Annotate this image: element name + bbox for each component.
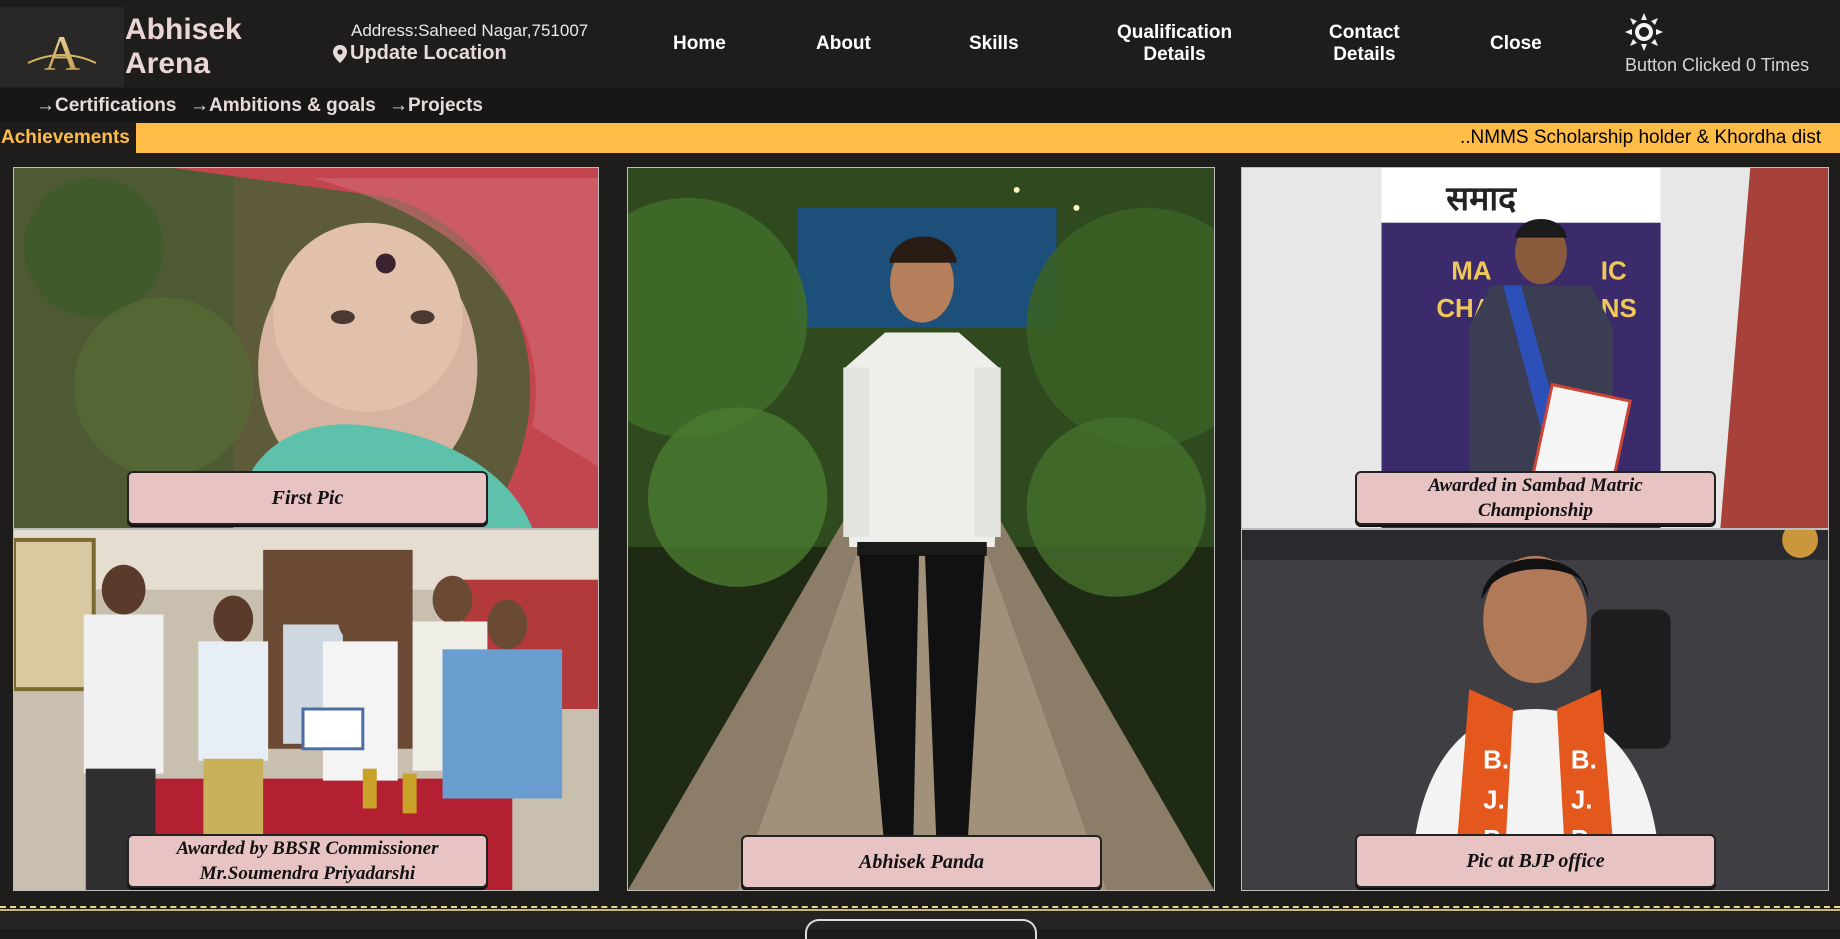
footer-tab[interactable] <box>805 919 1037 939</box>
nav-contact-line-1: Contact <box>1329 22 1400 43</box>
logo-icon: A <box>27 25 97 81</box>
photo-panel-commissioner-award: Awarded by BBSR Commissioner Mr.Soumendr… <box>13 529 599 891</box>
caption-commissioner-line-1: Awarded by BBSR Commissioner <box>176 838 439 859</box>
ticker-label: Achievements <box>0 123 136 153</box>
caption-bjp-office: Pic at BJP office <box>1355 834 1716 888</box>
click-counter-text: Button Clicked 0 Times <box>1625 55 1810 75</box>
caption-sambad-line-1: Awarded in Sambad Matric <box>1428 475 1643 496</box>
brand-line-1: Abhisek <box>125 13 242 46</box>
nav-close[interactable]: Close <box>1490 33 1542 55</box>
caption-first-pic: First Pic <box>127 471 488 525</box>
subnav-projects[interactable]: →Projects <box>389 95 483 117</box>
photo-panel-first-pic: First Pic <box>13 167 599 529</box>
svg-text:J.: J. <box>1483 786 1505 814</box>
svg-text:J.: J. <box>1571 786 1593 814</box>
brand-line-2: Arena <box>125 47 211 80</box>
location-pin-icon <box>333 44 347 63</box>
nav-contact-line-2: Details <box>1333 44 1396 65</box>
ticker-text: ..NMMS Scholarship holder & Khordha dist <box>1460 127 1822 148</box>
subnav-certifications[interactable]: →Certifications <box>36 95 176 117</box>
nav-qualification-line-1: Qualification <box>1117 22 1233 43</box>
update-location-label: Update Location <box>350 42 507 64</box>
photo-panel-abhisek-panda: Abhisek Panda <box>627 167 1215 891</box>
portrait-photo <box>628 168 1214 890</box>
nav-about[interactable]: About <box>816 33 871 55</box>
nav-home[interactable]: Home <box>673 33 726 55</box>
brand-title[interactable]: Abhisek Arena <box>125 13 242 81</box>
caption-sambad-line-2: Championship <box>1477 500 1594 521</box>
sun-icon[interactable] <box>1624 12 1664 52</box>
nav-qualification-details[interactable]: Qualification Details <box>1117 22 1232 66</box>
photo-panel-bjp-office: B. J. P. B. J. P. Pic at BJP office <box>1241 529 1829 891</box>
svg-text:B.: B. <box>1571 747 1597 775</box>
caption-abhisek-panda: Abhisek Panda <box>741 835 1102 889</box>
top-navbar: A Abhisek Arena Address:Saheed Nagar,751… <box>0 0 1840 88</box>
footer-divider <box>0 906 1840 911</box>
svg-text:समाद: समाद <box>1445 179 1517 218</box>
logo[interactable]: A <box>0 7 124 87</box>
svg-text:MA: MA <box>1451 257 1491 285</box>
nav-skills[interactable]: Skills <box>969 33 1019 55</box>
address-text: Address:Saheed Nagar,751007 <box>351 21 589 40</box>
caption-commissioner-line-2: Mr.Soumendra Priyadarshi <box>199 863 416 884</box>
svg-text:A: A <box>44 25 80 81</box>
sub-navbar: →Certifications →Ambitions & goals →Proj… <box>0 88 1840 122</box>
subnav-ambitions-goals[interactable]: →Ambitions & goals <box>190 95 376 117</box>
caption-sambad-award: Awarded in Sambad Matric Championship <box>1355 471 1716 525</box>
svg-text:IC: IC <box>1601 257 1627 285</box>
svg-text:B.: B. <box>1483 747 1509 775</box>
photo-panel-sambad-award: समाद MA CHAM IC NS Awarded in Sambad Mat… <box>1241 167 1829 529</box>
update-location-link[interactable]: Update Location <box>333 42 507 65</box>
achievements-ticker: ..NMMS Scholarship holder & Khordha dist… <box>0 123 1840 153</box>
nav-qualification-line-2: Details <box>1143 44 1206 65</box>
nav-contact-details[interactable]: Contact Details <box>1329 22 1400 66</box>
caption-commissioner-award: Awarded by BBSR Commissioner Mr.Soumendr… <box>127 834 488 888</box>
